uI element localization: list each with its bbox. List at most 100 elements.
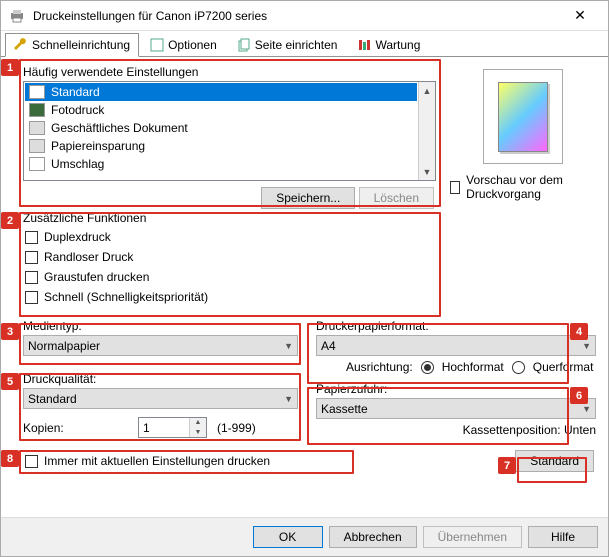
paper-format-select[interactable]: A4 ▼	[316, 335, 596, 356]
delete-button: Löschen	[359, 187, 434, 209]
defaults-button[interactable]: Standard	[515, 450, 594, 472]
copies-spinner[interactable]: ▲▼	[138, 417, 207, 438]
quality-select[interactable]: Standard ▼	[23, 388, 298, 409]
duplex-checkbox[interactable]: Duplexdruck	[23, 227, 598, 247]
annotation-badge: 5	[1, 373, 19, 390]
copies-input[interactable]	[139, 418, 189, 437]
extra-functions-label: Zusätzliche Funktionen	[23, 211, 598, 225]
ok-button[interactable]: OK	[253, 526, 323, 548]
tab-maintenance[interactable]: Wartung	[348, 33, 429, 57]
checkbox-label: Immer mit aktuellen Einstellungen drucke…	[44, 454, 270, 468]
preview-sheet	[498, 82, 548, 152]
list-item-label: Umschlag	[51, 157, 104, 171]
paper-format-label: Druckerpapierformat:	[316, 317, 596, 333]
checkbox[interactable]	[450, 181, 460, 194]
checkbox[interactable]	[25, 251, 38, 264]
tab-options[interactable]: Optionen	[141, 33, 226, 57]
options-icon	[150, 38, 164, 52]
dialog-footer: OK Abbrechen Übernehmen Hilfe	[1, 517, 608, 556]
apply-button: Übernehmen	[423, 526, 522, 548]
list-buttons: Speichern... Löschen	[11, 181, 436, 211]
grayscale-checkbox[interactable]: Graustufen drucken	[23, 267, 598, 287]
fast-checkbox[interactable]: Schnell (Schnelligkeitspriorität)	[23, 287, 598, 307]
list-item-label: Standard	[51, 85, 100, 99]
radio-label: Hochformat	[442, 360, 504, 374]
envelope-icon	[29, 157, 45, 171]
print-preview	[483, 69, 563, 164]
annotation-badge: 1	[1, 59, 19, 76]
spin-down[interactable]: ▼	[190, 428, 206, 438]
chevron-down-icon: ▼	[284, 394, 293, 404]
tab-page-setup[interactable]: Seite einrichten	[228, 33, 347, 57]
paper-source-select[interactable]: Kassette▼	[316, 398, 596, 419]
list-item-label: Geschäftliches Dokument	[51, 121, 188, 135]
list-item[interactable]: Fotodruck	[25, 101, 417, 119]
paper-source-label: Papierzufuhr:	[316, 380, 596, 396]
tab-label: Wartung	[375, 38, 420, 52]
papersave-icon	[29, 139, 45, 153]
printer-icon	[9, 8, 25, 24]
annotation-badge: 8	[1, 450, 19, 467]
tab-quick-setup[interactable]: Schnelleinrichtung	[5, 33, 139, 57]
checkbox[interactable]	[25, 455, 38, 468]
business-doc-icon	[29, 121, 45, 135]
landscape-radio[interactable]	[512, 361, 525, 374]
quality-label: Druckqualität:	[23, 370, 298, 386]
select-value: Kassette	[321, 402, 368, 416]
help-button[interactable]: Hilfe	[528, 526, 598, 548]
close-button[interactable]: ✕	[560, 2, 600, 30]
spin-up[interactable]: ▲	[190, 418, 206, 428]
pages-icon	[237, 38, 251, 52]
titlebar: Druckeinstellungen für Canon iP7200 seri…	[1, 1, 608, 31]
radio-label: Querformat	[533, 360, 594, 374]
list-item[interactable]: Standard	[25, 83, 417, 101]
print-settings-window: Druckeinstellungen für Canon iP7200 seri…	[0, 0, 609, 557]
list-item[interactable]: Papiereinsparung	[25, 137, 417, 155]
annotation-badge: 7	[498, 457, 516, 474]
checkbox[interactable]	[25, 271, 38, 284]
cancel-button[interactable]: Abbrechen	[329, 526, 417, 548]
checkbox-label: Duplexdruck	[44, 230, 111, 244]
annotation-badge: 4	[570, 323, 588, 340]
select-value: A4	[321, 339, 336, 353]
select-value: Standard	[28, 392, 77, 406]
borderless-checkbox[interactable]: Randloser Druck	[23, 247, 598, 267]
annotation-badge: 6	[570, 387, 588, 404]
checkbox[interactable]	[25, 291, 38, 304]
tab-label: Seite einrichten	[255, 38, 338, 52]
maintenance-icon	[357, 38, 371, 52]
portrait-radio[interactable]	[421, 361, 434, 374]
select-value: Normalpapier	[28, 339, 100, 353]
frequent-settings-label: Häufig verwendete Einstellungen	[23, 65, 436, 79]
scrollbar[interactable]: ▲▼	[418, 82, 435, 180]
tab-body: 1 2 3 4 5 6 7 8 Häufig verwendete Einste…	[1, 56, 608, 517]
tab-bar: Schnelleinrichtung Optionen Seite einric…	[1, 31, 608, 57]
frequent-settings-list[interactable]: Standard Fotodruck Geschäftliches Dokume…	[23, 81, 436, 181]
preview-checkbox-label: Vorschau vor dem Druckvorgang	[466, 173, 596, 201]
window-title: Druckeinstellungen für Canon iP7200 seri…	[33, 9, 560, 23]
annotation-badge: 3	[1, 323, 19, 340]
chevron-down-icon: ▼	[582, 341, 591, 351]
media-type-label: Medientyp:	[23, 317, 298, 333]
scroll-down[interactable]: ▼	[419, 163, 435, 180]
checkbox-label: Schnell (Schnelligkeitspriorität)	[44, 290, 208, 304]
annotation-badge: 2	[1, 212, 19, 229]
list-item[interactable]: Umschlag	[25, 155, 417, 173]
list-item-label: Papiereinsparung	[51, 139, 145, 153]
preview-checkbox-row[interactable]: Vorschau vor dem Druckvorgang	[448, 170, 598, 204]
always-current-checkbox[interactable]: Immer mit aktuellen Einstellungen drucke…	[23, 451, 515, 471]
checkbox[interactable]	[25, 231, 38, 244]
list-item-label: Fotodruck	[51, 103, 104, 117]
wrench-icon	[14, 38, 28, 52]
save-button[interactable]: Speichern...	[261, 187, 355, 209]
orientation-label: Ausrichtung:	[346, 360, 413, 374]
scroll-up[interactable]: ▲	[419, 82, 435, 99]
checkbox-label: Randloser Druck	[44, 250, 133, 264]
tab-label: Optionen	[168, 38, 217, 52]
copies-range: (1-999)	[217, 421, 256, 435]
chevron-down-icon: ▼	[284, 341, 293, 351]
media-type-select[interactable]: Normalpapier ▼	[23, 335, 298, 356]
cassette-position: Kassettenposition: Unten	[316, 423, 596, 437]
checkbox-label: Graustufen drucken	[44, 270, 149, 284]
list-item[interactable]: Geschäftliches Dokument	[25, 119, 417, 137]
